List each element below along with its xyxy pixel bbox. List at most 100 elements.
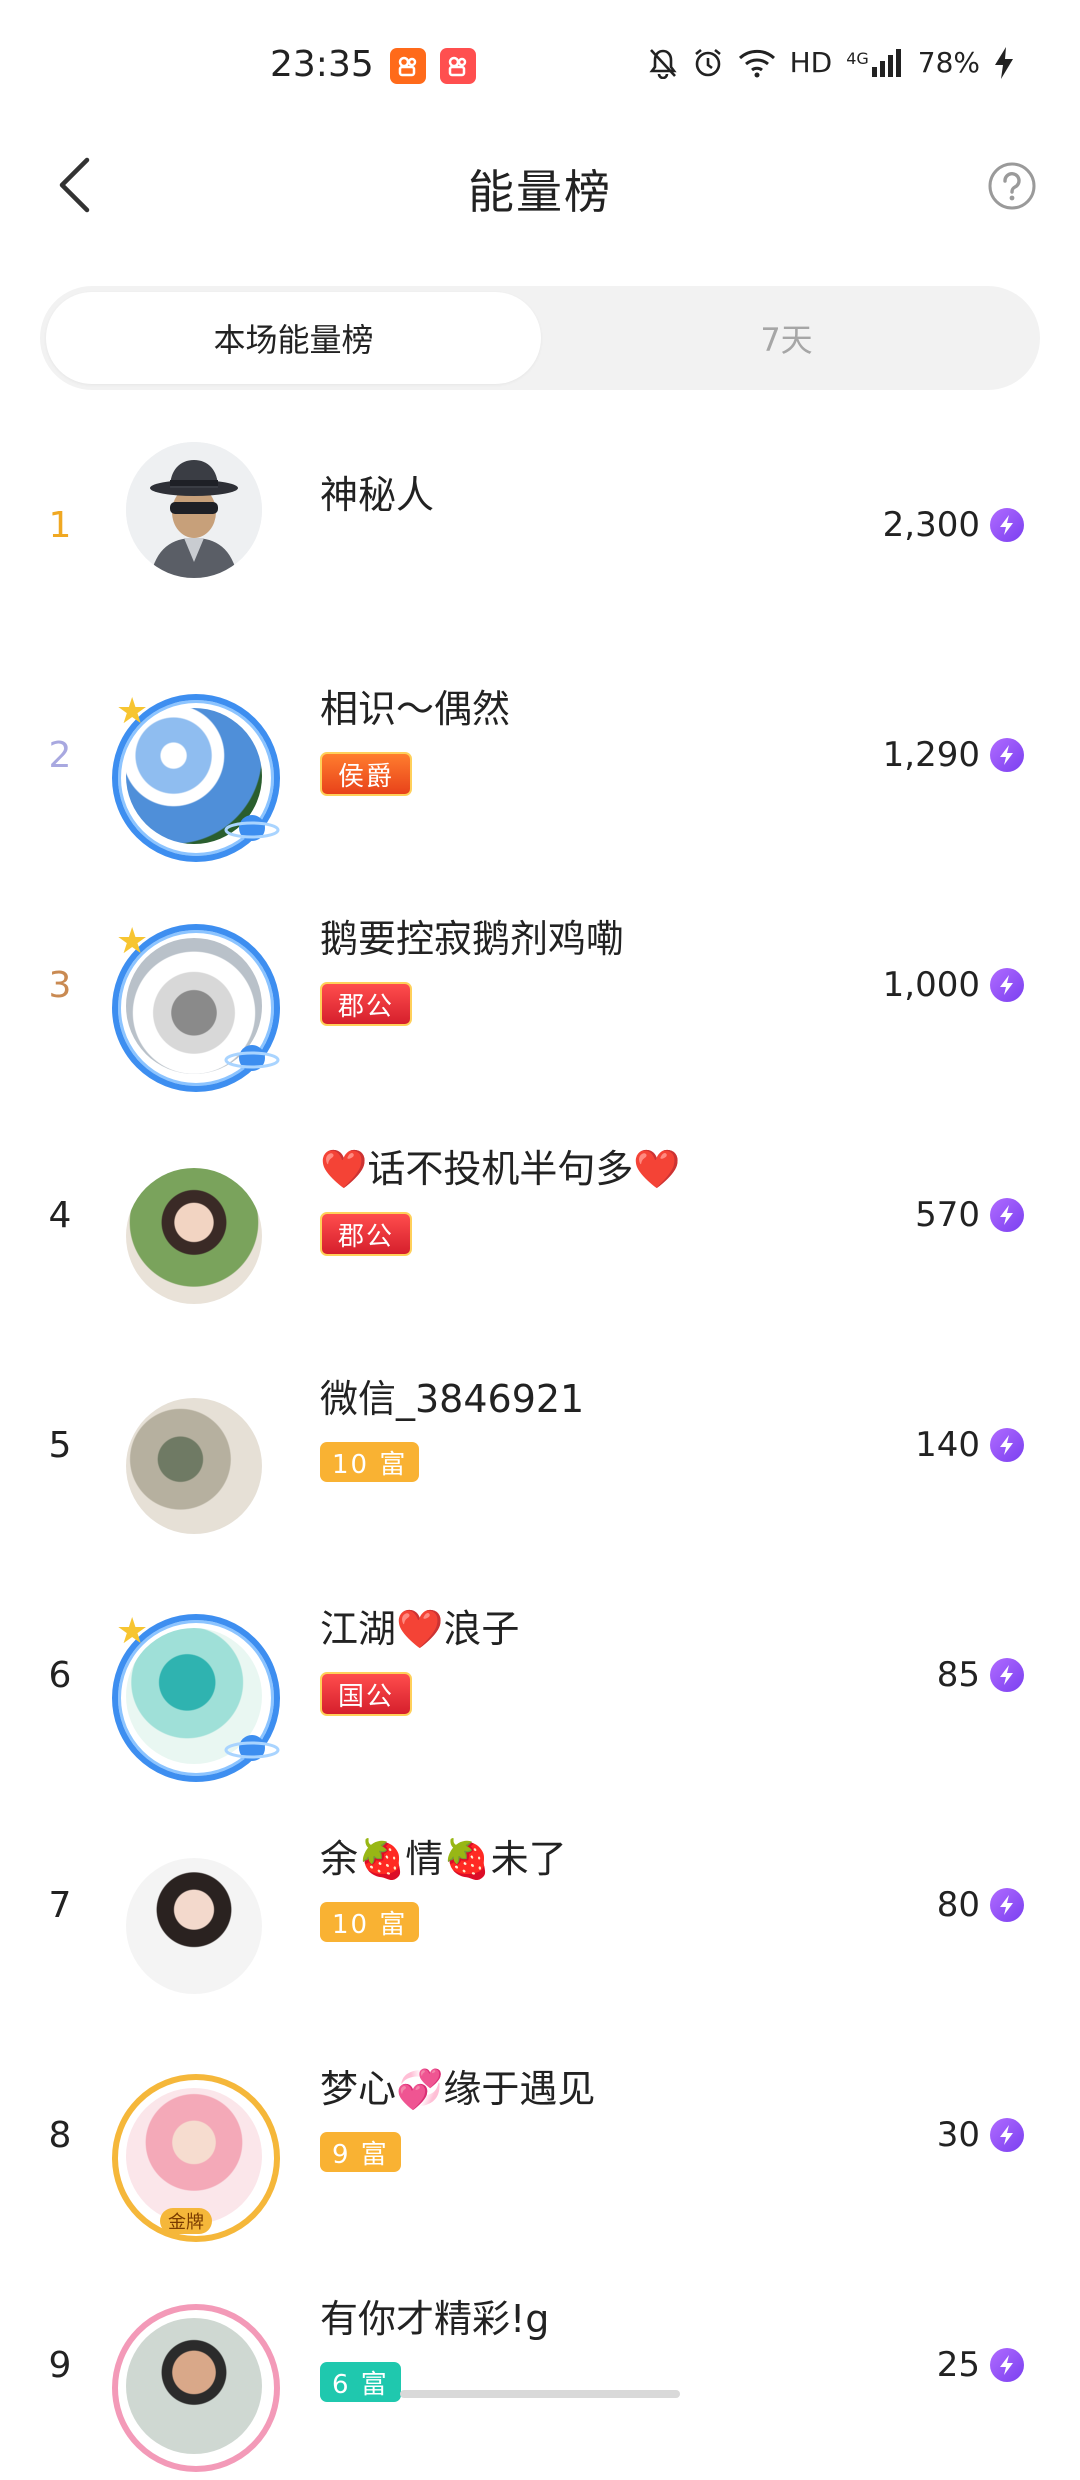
ranking-row[interactable]: 7 余🍓情🍓未了 10 富 80	[0, 1790, 1080, 2020]
mute-bell-icon	[648, 47, 678, 79]
wealth-level-badge: 10 富	[320, 1902, 420, 1942]
page-title: 能量榜	[468, 165, 612, 219]
rank-number: 1	[48, 504, 72, 546]
status-bar: 23:35 HD 4G 78%	[0, 0, 1080, 120]
ranking-row[interactable]: 3 ★ 鹅要控寂鹅剂鸡嘞 郡公 1,000	[0, 870, 1080, 1100]
energy-bolt-icon	[990, 2348, 1024, 2382]
avatar	[108, 1380, 280, 1552]
avatar: 金牌	[108, 2070, 280, 2242]
energy-bolt-icon	[990, 508, 1024, 542]
rank-number: 9	[48, 2344, 72, 2386]
tab-current-session[interactable]: 本场能量榜	[46, 292, 541, 384]
planet-icon	[224, 1045, 280, 1071]
avatar: ★	[108, 920, 280, 1092]
score-value: 30	[936, 2115, 980, 2155]
network-hd-label: HD	[789, 46, 833, 79]
help-button[interactable]	[984, 158, 1040, 214]
ranking-row[interactable]: 6 ★ 江湖❤️浪子 国公 85	[0, 1560, 1080, 1790]
energy-score: 570	[915, 1100, 1024, 1330]
rank-number: 7	[48, 1884, 72, 1926]
energy-score: 80	[937, 1790, 1024, 2020]
wealth-level-badge: 6 富	[320, 2362, 401, 2402]
energy-score: 1,290	[883, 640, 1024, 870]
score-value: 1,000	[882, 965, 980, 1005]
user-name: 微信_3846921	[320, 1377, 585, 1421]
ranking-row[interactable]: 8 金牌 梦心💞缘于遇见 9 富 30	[0, 2020, 1080, 2250]
ranking-row[interactable]: 9 有你才精彩!g 6 富 25	[0, 2250, 1080, 2480]
energy-bolt-icon	[990, 1428, 1024, 1462]
noble-badge: 郡公	[320, 1212, 413, 1256]
user-name: 相识～偶然	[320, 687, 511, 731]
rank-number: 3	[48, 964, 72, 1006]
rank-number: 2	[48, 734, 72, 776]
noble-badge: 侯爵	[320, 752, 413, 796]
user-name: 鹅要控寂鹅剂鸡嘞	[320, 917, 625, 961]
rank-number: 8	[48, 2114, 72, 2156]
home-indicator[interactable]	[400, 2390, 680, 2398]
energy-score: 1,000	[883, 870, 1024, 1100]
status-time: 23:35	[270, 44, 374, 85]
energy-bolt-icon	[990, 1658, 1024, 1692]
ranking-row[interactable]: 1 神秘人 2,300	[0, 410, 1080, 640]
energy-score: 30	[937, 2020, 1024, 2250]
signal-icon: 4G	[846, 48, 904, 77]
planet-icon	[224, 815, 280, 841]
avatar	[108, 2300, 280, 2472]
energy-bolt-icon	[990, 1888, 1024, 1922]
signal-type-label: 4G	[846, 48, 869, 68]
avatar	[108, 1150, 280, 1322]
energy-bolt-icon	[990, 738, 1024, 772]
user-name: 江湖❤️浪子	[320, 1607, 520, 1651]
gold-medal-label: 金牌	[160, 2208, 212, 2234]
planet-icon	[224, 1735, 280, 1761]
charging-bolt-icon	[994, 46, 1014, 79]
ranking-row[interactable]: 5 微信_3846921 10 富 140	[0, 1330, 1080, 1560]
rank-number: 4	[48, 1194, 72, 1236]
alarm-icon	[692, 47, 724, 79]
score-value: 1,290	[882, 735, 980, 775]
score-value: 80	[936, 1885, 980, 1925]
score-value: 85	[936, 1655, 980, 1695]
avatar-image	[126, 442, 262, 578]
avatar: ★	[108, 1610, 280, 1782]
star-icon: ★	[116, 691, 149, 732]
rank-number: 5	[48, 1424, 72, 1466]
energy-bolt-icon	[990, 968, 1024, 1002]
avatar-image	[126, 1168, 262, 1304]
ranking-tabs: 本场能量榜 7天	[40, 286, 1040, 390]
kuaishou-app-icon	[440, 48, 476, 84]
user-name: 余🍓情🍓未了	[320, 1837, 567, 1881]
score-value: 2,300	[882, 505, 980, 545]
energy-bolt-icon	[990, 1198, 1024, 1232]
energy-score: 25	[937, 2250, 1024, 2480]
rank-number: 6	[48, 1654, 72, 1696]
noble-badge: 国公	[320, 1672, 413, 1716]
avatar	[108, 424, 280, 596]
wealth-level-badge: 9 富	[320, 2132, 401, 2172]
status-icons: HD 4G 78%	[648, 46, 1014, 79]
avatar-frame-pink	[112, 2304, 280, 2472]
wifi-icon	[738, 48, 776, 78]
avatar-image	[126, 1858, 262, 1994]
energy-score: 2,300	[883, 410, 1024, 640]
score-value: 570	[915, 1195, 980, 1235]
energy-score: 140	[915, 1330, 1024, 1560]
tab-7-days[interactable]: 7天	[539, 292, 1034, 384]
avatar	[108, 1840, 280, 2012]
energy-score: 85	[937, 1560, 1024, 1790]
star-icon: ★	[116, 921, 149, 962]
kuaishou-app-icon	[390, 48, 426, 84]
question-circle-icon	[988, 162, 1036, 210]
wealth-level-badge: 10 富	[320, 1442, 420, 1482]
avatar-image	[126, 1398, 262, 1534]
ranking-row[interactable]: 4 ❤️话不投机半句多❤️ 郡公 570	[0, 1100, 1080, 1330]
energy-bolt-icon	[990, 2118, 1024, 2152]
avatar: ★	[108, 690, 280, 862]
score-value: 140	[915, 1425, 980, 1465]
mystery-person-icon	[126, 442, 262, 578]
user-name: 神秘人	[320, 473, 435, 517]
score-value: 25	[936, 2345, 980, 2385]
battery-label: 78%	[917, 46, 980, 79]
noble-badge: 郡公	[320, 982, 413, 1026]
ranking-row[interactable]: 2 ★ 相识～偶然 侯爵 1,290	[0, 640, 1080, 870]
